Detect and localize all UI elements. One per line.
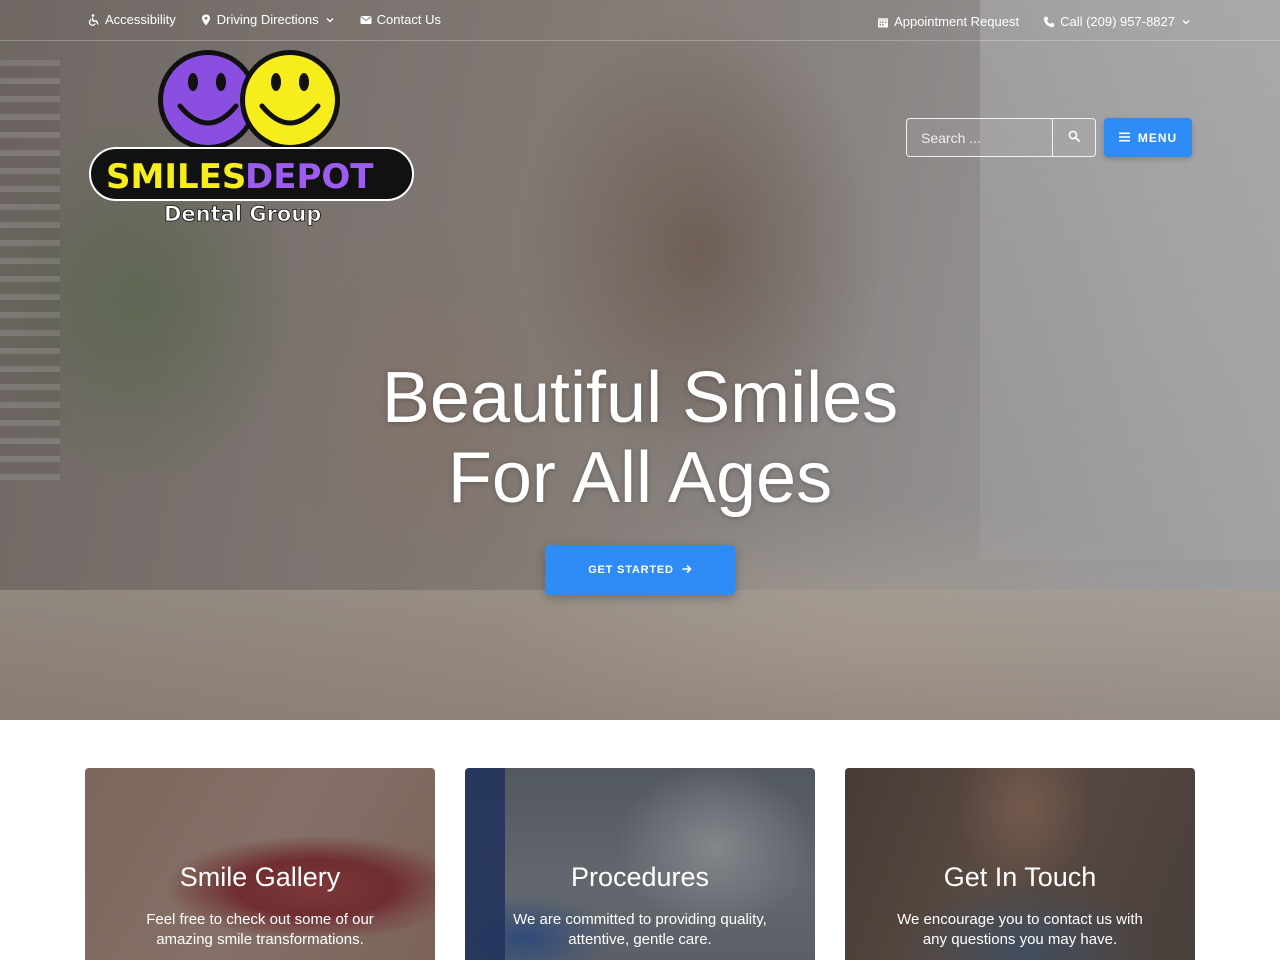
smile-gallery-card[interactable]: Smile Gallery Feel free to check out som… (85, 768, 435, 960)
search-button[interactable] (1052, 118, 1096, 157)
arrow-right-icon (681, 564, 692, 577)
smiles-depot-logo-graphic: SMILES DEPOT Dental Group (89, 50, 414, 226)
appointment-request-link[interactable]: Appointment Request (877, 14, 1019, 29)
utility-links-right: Appointment Request Call (209) 957-8827 (877, 14, 1192, 29)
map-marker-icon (200, 14, 212, 26)
contact-us-label: Contact Us (376, 12, 441, 27)
search-form (906, 118, 1096, 157)
chevron-down-icon (1180, 16, 1192, 28)
envelope-icon (360, 14, 372, 26)
card-title: Procedures (570, 862, 710, 892)
accessibility-label: Accessibility (105, 12, 176, 27)
calendar-icon (877, 16, 889, 28)
search-icon (1068, 129, 1080, 147)
wheelchair-icon (88, 13, 100, 26)
card-title: Get In Touch (943, 862, 1097, 892)
accessibility-link[interactable]: Accessibility (88, 12, 176, 27)
card-description: We encourage you to contact us with any … (897, 911, 1143, 948)
menu-label: MENU (1137, 130, 1178, 145)
chevron-down-icon (324, 14, 336, 26)
utility-bar: Accessibility Driving Directions Contact… (0, 0, 1280, 41)
svg-text:Dental Group: Dental Group (164, 202, 321, 226)
hamburger-icon (1118, 131, 1130, 145)
menu-button[interactable]: MENU (1104, 118, 1192, 157)
driving-directions-label: Driving Directions (216, 12, 319, 27)
appointment-request-label: Appointment Request (894, 14, 1020, 29)
card-description: We are committed to providing quality, a… (513, 911, 767, 948)
card-description: Feel free to check out some of our amazi… (146, 911, 374, 948)
hero-section: Accessibility Driving Directions Contact… (0, 0, 1280, 720)
contact-us-link[interactable]: Contact Us (360, 12, 441, 27)
call-phone-label: Call (209) 957-8827 (1060, 14, 1175, 29)
site-logo[interactable]: SMILES DEPOT Dental Group (88, 48, 418, 230)
svg-text:SMILES: SMILES (106, 157, 246, 197)
call-phone-link[interactable]: Call (209) 957-8827 (1043, 14, 1192, 29)
card-title: Smile Gallery (179, 862, 341, 892)
search-input[interactable] (906, 118, 1052, 157)
get-in-touch-card[interactable]: Get In Touch We encourage you to contact… (845, 768, 1195, 960)
hero-headline: Beautiful Smiles For All Ages (240, 358, 1040, 518)
get-started-button[interactable]: GET STARTED (545, 545, 735, 595)
driving-directions-link[interactable]: Driving Directions (200, 12, 336, 27)
utility-links-left: Accessibility Driving Directions Contact… (88, 12, 441, 27)
svg-text:DEPOT: DEPOT (245, 157, 374, 197)
phone-icon (1043, 16, 1055, 28)
procedures-card[interactable]: Procedures We are committed to providing… (465, 768, 815, 960)
hero-headline-line2: For All Ages (447, 438, 833, 518)
hero-headline-line1: Beautiful Smiles (381, 358, 899, 438)
get-started-label: GET STARTED (588, 564, 674, 576)
